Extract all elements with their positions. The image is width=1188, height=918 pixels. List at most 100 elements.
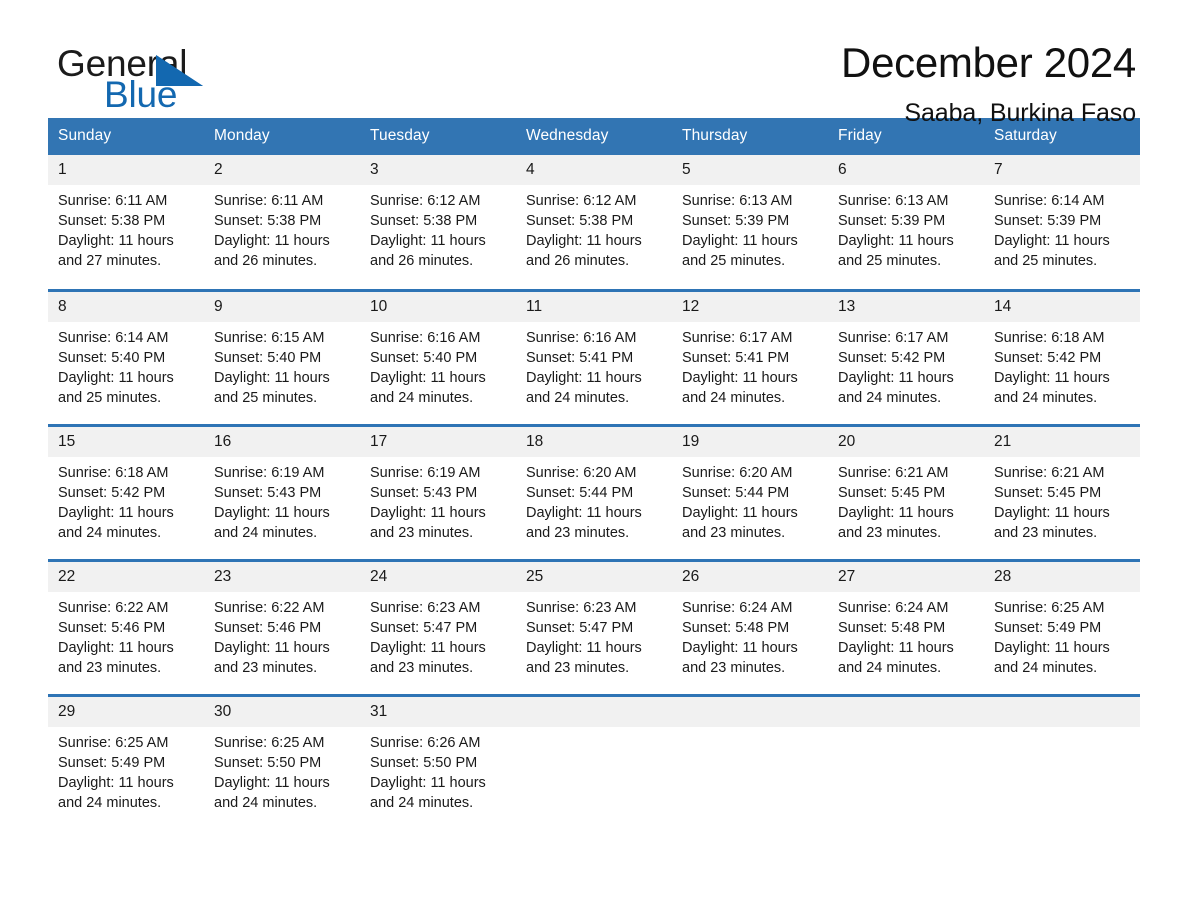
daylight-text-2: and 24 minutes. (526, 389, 630, 406)
day-details: Sunrise: 6:20 AM Sunset: 5:44 PM Dayligh… (516, 457, 672, 543)
day-cell[interactable]: 10 Sunrise: 6:16 AM Sunset: 5:40 PM Dayl… (360, 288, 516, 425)
title-block: December 2024 Saaba, Burkina Faso (841, 38, 1136, 130)
day-cell[interactable]: 5 Sunrise: 6:13 AM Sunset: 5:39 PM Dayli… (672, 155, 828, 290)
sunset-text: Sunset: 5:47 PM (526, 619, 634, 636)
sunrise-text: Sunrise: 6:19 AM (370, 464, 481, 481)
daylight-text-2: and 23 minutes. (526, 524, 630, 541)
day-details: Sunrise: 6:23 AM Sunset: 5:47 PM Dayligh… (360, 592, 516, 678)
day-details: Sunrise: 6:11 AM Sunset: 5:38 PM Dayligh… (204, 185, 360, 271)
sunrise-text: Sunrise: 6:26 AM (370, 734, 481, 751)
day-details: Sunrise: 6:13 AM Sunset: 5:39 PM Dayligh… (828, 185, 984, 271)
page-masthead: General Blue December 2024 Saaba, Burkin… (48, 0, 1140, 127)
daylight-text-2: and 25 minutes. (994, 253, 1098, 269)
day-cell[interactable]: 28 Sunrise: 6:25 AM Sunset: 5:49 PM Dayl… (984, 558, 1140, 695)
day-details: Sunrise: 6:22 AM Sunset: 5:46 PM Dayligh… (204, 592, 360, 678)
sunset-text: Sunset: 5:38 PM (58, 213, 166, 229)
day-number: 14 (984, 291, 1140, 322)
day-number: 17 (360, 426, 516, 457)
calendar-page: General Blue December 2024 Saaba, Burkin… (0, 0, 1188, 918)
sunrise-text: Sunrise: 6:25 AM (214, 734, 325, 751)
day-details: Sunrise: 6:18 AM Sunset: 5:42 PM Dayligh… (984, 322, 1140, 408)
day-cell[interactable]: 13 Sunrise: 6:17 AM Sunset: 5:42 PM Dayl… (828, 288, 984, 425)
sunrise-text: Sunrise: 6:22 AM (58, 599, 169, 616)
day-cell[interactable]: 31 Sunrise: 6:26 AM Sunset: 5:50 PM Dayl… (360, 693, 516, 830)
day-cell[interactable]: 15 Sunrise: 6:18 AM Sunset: 5:42 PM Dayl… (48, 423, 204, 560)
day-number: 11 (516, 291, 672, 322)
sunset-text: Sunset: 5:41 PM (526, 349, 634, 366)
day-details: Sunrise: 6:25 AM Sunset: 5:49 PM Dayligh… (48, 727, 204, 813)
daylight-text-1: Daylight: 11 hours (526, 369, 642, 386)
day-number: 4 (516, 155, 672, 185)
sunset-text: Sunset: 5:45 PM (994, 484, 1102, 501)
day-cell[interactable]: 22 Sunrise: 6:22 AM Sunset: 5:46 PM Dayl… (48, 558, 204, 695)
day-cell[interactable]: 23 Sunrise: 6:22 AM Sunset: 5:46 PM Dayl… (204, 558, 360, 695)
sunset-text: Sunset: 5:42 PM (58, 484, 166, 501)
day-cell[interactable]: 26 Sunrise: 6:24 AM Sunset: 5:48 PM Dayl… (672, 558, 828, 695)
sunrise-text: Sunrise: 6:25 AM (58, 734, 169, 751)
day-cell-empty (672, 693, 828, 830)
day-cell[interactable]: 2 Sunrise: 6:11 AM Sunset: 5:38 PM Dayli… (204, 155, 360, 290)
sunset-text: Sunset: 5:48 PM (682, 619, 790, 636)
sunrise-text: Sunrise: 6:16 AM (370, 329, 481, 346)
day-cell[interactable]: 20 Sunrise: 6:21 AM Sunset: 5:45 PM Dayl… (828, 423, 984, 560)
daylight-text-1: Daylight: 11 hours (370, 369, 486, 386)
day-details: Sunrise: 6:18 AM Sunset: 5:42 PM Dayligh… (48, 457, 204, 543)
sunrise-text: Sunrise: 6:13 AM (838, 193, 949, 209)
logo-text-blue: Blue (104, 74, 178, 115)
daylight-text-2: and 23 minutes. (526, 659, 630, 676)
daylight-text-1: Daylight: 11 hours (58, 639, 174, 656)
day-cell[interactable]: 7 Sunrise: 6:14 AM Sunset: 5:39 PM Dayli… (984, 155, 1140, 290)
day-cell[interactable]: 18 Sunrise: 6:20 AM Sunset: 5:44 PM Dayl… (516, 423, 672, 560)
day-cell[interactable]: 11 Sunrise: 6:16 AM Sunset: 5:41 PM Dayl… (516, 288, 672, 425)
daylight-text-1: Daylight: 11 hours (58, 504, 174, 521)
day-cell[interactable]: 12 Sunrise: 6:17 AM Sunset: 5:41 PM Dayl… (672, 288, 828, 425)
day-cell[interactable]: 9 Sunrise: 6:15 AM Sunset: 5:40 PM Dayli… (204, 288, 360, 425)
day-cell-empty (828, 693, 984, 830)
daylight-text-1: Daylight: 11 hours (682, 233, 798, 249)
day-cell[interactable]: 27 Sunrise: 6:24 AM Sunset: 5:48 PM Dayl… (828, 558, 984, 695)
daylight-text-2: and 25 minutes. (838, 253, 942, 269)
day-number: 12 (672, 291, 828, 322)
daylight-text-1: Daylight: 11 hours (838, 504, 954, 521)
sunrise-text: Sunrise: 6:14 AM (58, 329, 169, 346)
day-number: 22 (48, 561, 204, 592)
day-details: Sunrise: 6:24 AM Sunset: 5:48 PM Dayligh… (828, 592, 984, 678)
day-number (984, 696, 1140, 727)
day-cell[interactable]: 19 Sunrise: 6:20 AM Sunset: 5:44 PM Dayl… (672, 423, 828, 560)
day-cell[interactable]: 17 Sunrise: 6:19 AM Sunset: 5:43 PM Dayl… (360, 423, 516, 560)
daylight-text-2: and 23 minutes. (370, 659, 474, 676)
sunrise-text: Sunrise: 6:19 AM (214, 464, 325, 481)
day-number: 30 (204, 696, 360, 727)
sunrise-text: Sunrise: 6:21 AM (838, 464, 949, 481)
day-cell[interactable]: 4 Sunrise: 6:12 AM Sunset: 5:38 PM Dayli… (516, 155, 672, 290)
day-details: Sunrise: 6:21 AM Sunset: 5:45 PM Dayligh… (828, 457, 984, 543)
day-cell[interactable]: 25 Sunrise: 6:23 AM Sunset: 5:47 PM Dayl… (516, 558, 672, 695)
daylight-text-2: and 23 minutes. (682, 659, 786, 676)
sunset-text: Sunset: 5:38 PM (214, 213, 322, 229)
day-number: 13 (828, 291, 984, 322)
day-cell[interactable]: 8 Sunrise: 6:14 AM Sunset: 5:40 PM Dayli… (48, 288, 204, 425)
day-details: Sunrise: 6:16 AM Sunset: 5:41 PM Dayligh… (516, 322, 672, 408)
day-cell[interactable]: 29 Sunrise: 6:25 AM Sunset: 5:49 PM Dayl… (48, 693, 204, 830)
day-cell[interactable]: 30 Sunrise: 6:25 AM Sunset: 5:50 PM Dayl… (204, 693, 360, 830)
day-cell[interactable]: 21 Sunrise: 6:21 AM Sunset: 5:45 PM Dayl… (984, 423, 1140, 560)
general-blue-logo[interactable]: General Blue (57, 44, 357, 120)
day-details: Sunrise: 6:14 AM Sunset: 5:40 PM Dayligh… (48, 322, 204, 408)
day-cell[interactable]: 1 Sunrise: 6:11 AM Sunset: 5:38 PM Dayli… (48, 155, 204, 290)
day-cell[interactable]: 3 Sunrise: 6:12 AM Sunset: 5:38 PM Dayli… (360, 155, 516, 290)
day-number: 9 (204, 291, 360, 322)
day-cell[interactable]: 16 Sunrise: 6:19 AM Sunset: 5:43 PM Dayl… (204, 423, 360, 560)
day-cell[interactable]: 14 Sunrise: 6:18 AM Sunset: 5:42 PM Dayl… (984, 288, 1140, 425)
day-number: 31 (360, 696, 516, 727)
daylight-text-1: Daylight: 11 hours (526, 504, 642, 521)
day-details: Sunrise: 6:16 AM Sunset: 5:40 PM Dayligh… (360, 322, 516, 408)
sunset-text: Sunset: 5:40 PM (214, 349, 322, 366)
day-cell[interactable]: 24 Sunrise: 6:23 AM Sunset: 5:47 PM Dayl… (360, 558, 516, 695)
day-details: Sunrise: 6:26 AM Sunset: 5:50 PM Dayligh… (360, 727, 516, 813)
day-number: 25 (516, 561, 672, 592)
day-details: Sunrise: 6:22 AM Sunset: 5:46 PM Dayligh… (48, 592, 204, 678)
day-cell[interactable]: 6 Sunrise: 6:13 AM Sunset: 5:39 PM Dayli… (828, 155, 984, 290)
daylight-text-1: Daylight: 11 hours (526, 233, 642, 249)
day-number: 27 (828, 561, 984, 592)
day-details: Sunrise: 6:25 AM Sunset: 5:50 PM Dayligh… (204, 727, 360, 813)
